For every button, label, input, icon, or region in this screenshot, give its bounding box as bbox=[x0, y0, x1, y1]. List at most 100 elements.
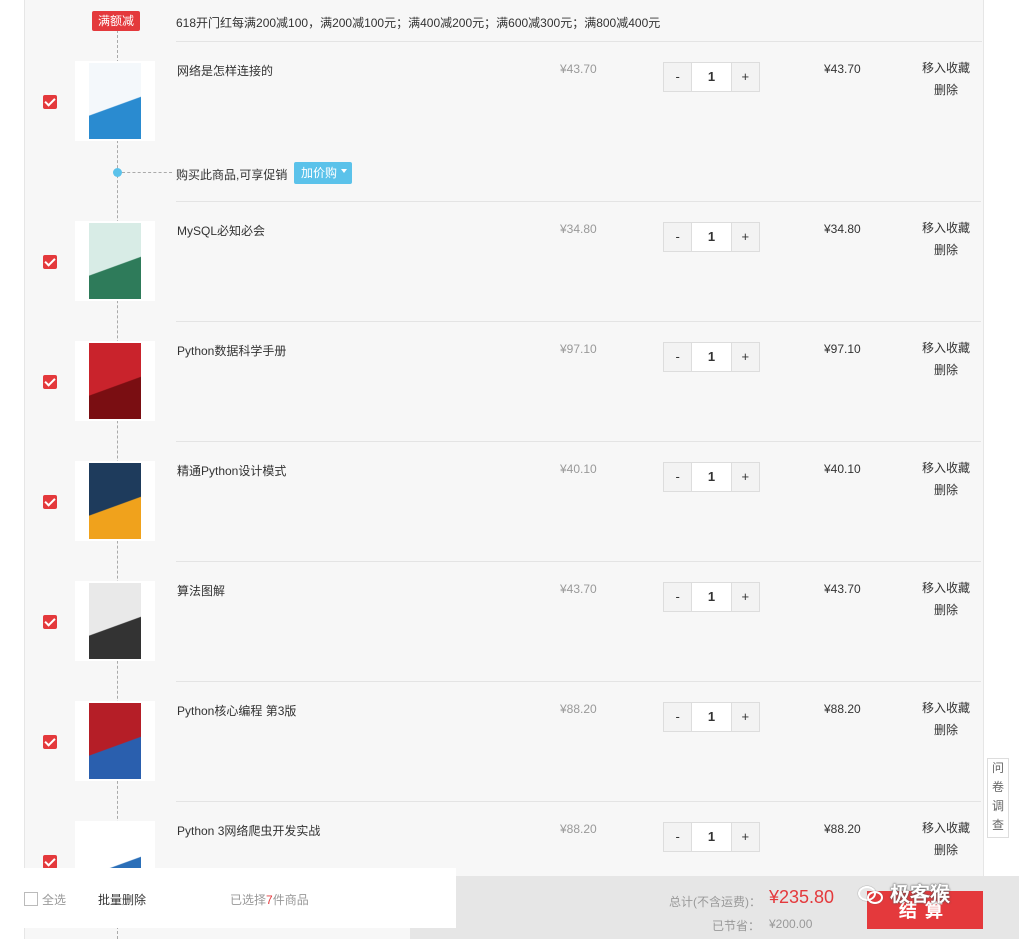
item-subtotal: ¥43.70 bbox=[824, 62, 861, 76]
decrease-button[interactable]: - bbox=[664, 463, 692, 491]
cart-footer: 全选 批量删除 已选择7件商品 总计(不含运费)： ¥235.80 已节省： ¥… bbox=[0, 868, 1019, 939]
item-thumbnail[interactable] bbox=[75, 61, 155, 141]
move-to-favorites-link[interactable]: 移入收藏 bbox=[918, 57, 974, 79]
cart-item: 算法图解 ¥43.70 -1 + ¥43.70 移入收藏 删除 bbox=[25, 562, 981, 682]
delete-link[interactable]: 删除 bbox=[918, 719, 974, 741]
decrease-button[interactable]: - bbox=[664, 223, 692, 251]
survey-char: 查 bbox=[991, 818, 1004, 832]
move-to-favorites-link[interactable]: 移入收藏 bbox=[918, 577, 974, 599]
book-cover-image bbox=[89, 583, 141, 659]
select-all-label[interactable]: 全选 bbox=[42, 891, 66, 908]
increase-button[interactable]: + bbox=[731, 223, 759, 251]
item-checkbox[interactable] bbox=[43, 495, 57, 509]
item-thumbnail[interactable] bbox=[75, 701, 155, 781]
selected-suffix: 件商品 bbox=[272, 893, 309, 907]
total-amount: ¥235.80 bbox=[769, 887, 835, 907]
move-to-favorites-link[interactable]: 移入收藏 bbox=[918, 337, 974, 359]
book-cover-image bbox=[89, 463, 141, 539]
quantity-stepper: -1 + bbox=[663, 62, 760, 92]
quantity-stepper: -1 + bbox=[663, 222, 760, 252]
watermark: 极客猴 bbox=[858, 878, 950, 907]
item-subtotal: ¥88.20 bbox=[824, 822, 861, 836]
item-actions: 移入收藏 删除 bbox=[918, 57, 974, 101]
increase-button[interactable]: + bbox=[731, 703, 759, 731]
book-cover-image bbox=[89, 703, 141, 779]
quantity-stepper: -1 + bbox=[663, 702, 760, 732]
delete-link[interactable]: 删除 bbox=[918, 239, 974, 261]
item-actions: 移入收藏 删除 bbox=[918, 577, 974, 621]
decrease-button[interactable]: - bbox=[664, 703, 692, 731]
decrease-button[interactable]: - bbox=[664, 583, 692, 611]
bulk-delete-link[interactable]: 批量删除 bbox=[98, 891, 146, 908]
survey-char: 调 bbox=[991, 799, 1004, 813]
increase-button[interactable]: + bbox=[731, 583, 759, 611]
move-to-favorites-link[interactable]: 移入收藏 bbox=[918, 217, 974, 239]
saved-label: 已节省： bbox=[712, 919, 761, 933]
delete-link[interactable]: 删除 bbox=[918, 599, 974, 621]
item-price: ¥43.70 bbox=[560, 582, 597, 596]
item-title[interactable]: Python数据科学手册 bbox=[177, 342, 286, 359]
item-checkbox[interactable] bbox=[43, 855, 57, 869]
item-actions: 移入收藏 删除 bbox=[918, 697, 974, 741]
item-thumbnail[interactable] bbox=[75, 221, 155, 301]
increase-button[interactable]: + bbox=[731, 63, 759, 91]
book-cover-image bbox=[89, 343, 141, 419]
total-label: 总计(不含运费)： bbox=[669, 895, 761, 909]
item-title[interactable]: MySQL必知必会 bbox=[177, 222, 265, 239]
increase-button[interactable]: + bbox=[731, 823, 759, 851]
item-title[interactable]: 算法图解 bbox=[177, 582, 225, 599]
item-checkbox[interactable] bbox=[43, 735, 57, 749]
cart-item: 精通Python设计模式 ¥40.10 -1 + ¥40.10 移入收藏 删除 bbox=[25, 442, 981, 562]
book-cover-image bbox=[89, 223, 141, 299]
delete-link[interactable]: 删除 bbox=[918, 839, 974, 861]
item-checkbox[interactable] bbox=[43, 95, 57, 109]
survey-tab[interactable]: 问 卷 调 查 bbox=[987, 758, 1009, 838]
increase-button[interactable]: + bbox=[731, 343, 759, 371]
quantity-input[interactable]: 1 bbox=[691, 223, 732, 251]
survey-char: 卷 bbox=[991, 780, 1004, 794]
decrease-button[interactable]: - bbox=[664, 343, 692, 371]
item-price: ¥43.70 bbox=[560, 62, 597, 76]
move-to-favorites-link[interactable]: 移入收藏 bbox=[918, 817, 974, 839]
item-title[interactable]: 精通Python设计模式 bbox=[177, 462, 286, 479]
quantity-input[interactable]: 1 bbox=[691, 343, 732, 371]
promo-text: 618开门红每满200减100，满200减100元；满400减200元；满600… bbox=[176, 16, 661, 30]
item-checkbox[interactable] bbox=[43, 255, 57, 269]
item-actions: 移入收藏 删除 bbox=[918, 457, 974, 501]
select-all-checkbox[interactable] bbox=[24, 892, 38, 906]
item-title[interactable]: 网络是怎样连接的 bbox=[177, 62, 273, 79]
quantity-stepper: -1 + bbox=[663, 822, 760, 852]
move-to-favorites-link[interactable]: 移入收藏 bbox=[918, 697, 974, 719]
decrease-button[interactable]: - bbox=[664, 63, 692, 91]
item-thumbnail[interactable] bbox=[75, 341, 155, 421]
item-title[interactable]: Python核心编程 第3版 bbox=[177, 702, 296, 719]
item-title[interactable]: Python 3网络爬虫开发实战 bbox=[177, 822, 320, 839]
item-checkbox[interactable] bbox=[43, 615, 57, 629]
quantity-input[interactable]: 1 bbox=[691, 823, 732, 851]
cart-item: Python核心编程 第3版 ¥88.20 -1 + ¥88.20 移入收藏 删除 bbox=[25, 682, 981, 802]
promo-tag: 满额减 bbox=[92, 11, 140, 31]
item-subtotal: ¥88.20 bbox=[824, 702, 861, 716]
item-checkbox[interactable] bbox=[43, 375, 57, 389]
move-to-favorites-link[interactable]: 移入收藏 bbox=[918, 457, 974, 479]
item-price: ¥40.10 bbox=[560, 462, 597, 476]
delete-link[interactable]: 删除 bbox=[918, 79, 974, 101]
selected-count: 已选择7件商品 bbox=[230, 891, 309, 908]
delete-link[interactable]: 删除 bbox=[918, 479, 974, 501]
delete-link[interactable]: 删除 bbox=[918, 359, 974, 381]
selected-prefix: 已选择 bbox=[230, 893, 267, 907]
quantity-stepper: -1 + bbox=[663, 462, 760, 492]
decrease-button[interactable]: - bbox=[664, 823, 692, 851]
quantity-input[interactable]: 1 bbox=[691, 583, 732, 611]
item-subtotal: ¥97.10 bbox=[824, 342, 861, 356]
item-subtotal: ¥34.80 bbox=[824, 222, 861, 236]
item-thumbnail[interactable] bbox=[75, 461, 155, 541]
item-actions: 移入收藏 删除 bbox=[918, 817, 974, 861]
quantity-input[interactable]: 1 bbox=[691, 63, 732, 91]
increase-button[interactable]: + bbox=[731, 463, 759, 491]
quantity-input[interactable]: 1 bbox=[691, 703, 732, 731]
book-cover-image bbox=[89, 63, 141, 139]
item-thumbnail[interactable] bbox=[75, 581, 155, 661]
quantity-input[interactable]: 1 bbox=[691, 463, 732, 491]
selected-number: 7 bbox=[266, 893, 273, 907]
